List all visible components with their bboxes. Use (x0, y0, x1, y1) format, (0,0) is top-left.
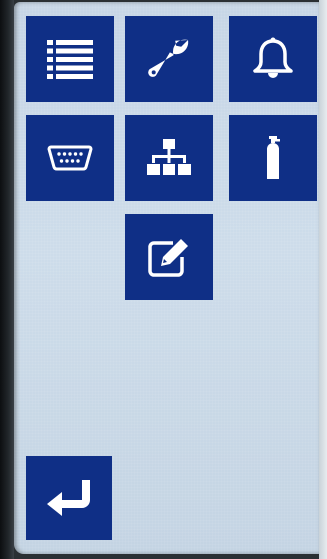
edit-icon (147, 237, 191, 277)
list-icon (46, 39, 94, 79)
device-bezel-right (319, 0, 327, 559)
bell-icon (250, 36, 296, 82)
serial-port-icon (47, 144, 93, 172)
wrench-icon (146, 36, 192, 82)
gas-cylinder-icon (263, 135, 283, 181)
device-bezel-left (0, 0, 14, 559)
serial-port-button[interactable] (26, 115, 114, 201)
network-button[interactable] (125, 115, 213, 201)
back-button[interactable] (26, 456, 112, 540)
settings-button[interactable] (125, 16, 213, 102)
touch-screen (14, 2, 319, 554)
edit-button[interactable] (125, 214, 213, 300)
return-arrow-icon (46, 478, 92, 518)
alarms-button[interactable] (229, 16, 317, 102)
gas-cylinder-button[interactable] (229, 115, 317, 201)
list-button[interactable] (26, 16, 114, 102)
network-icon (146, 138, 192, 178)
